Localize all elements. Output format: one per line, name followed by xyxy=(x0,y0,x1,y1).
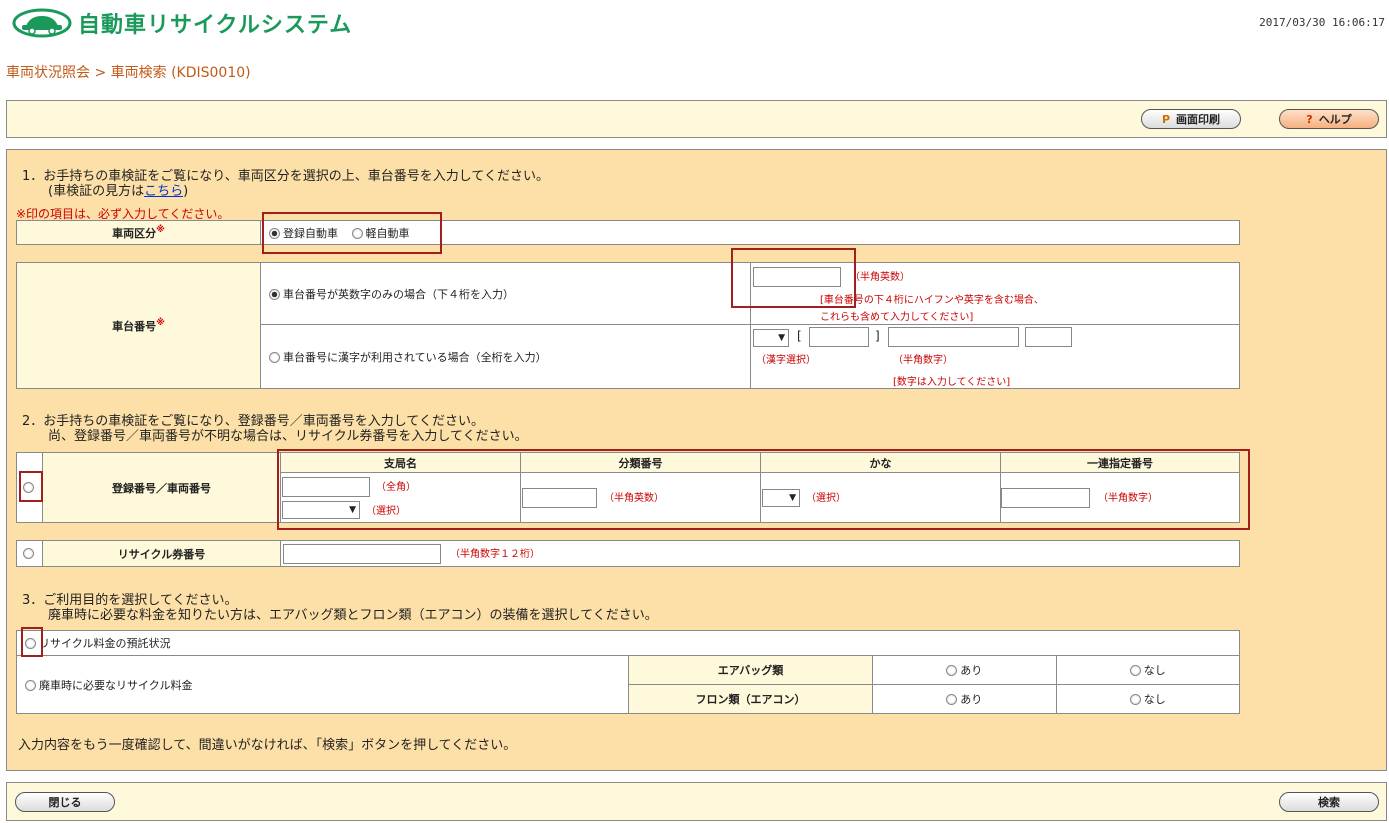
chassis-opt2-note: [数字は入力してください] xyxy=(893,377,1011,388)
airbag-no-cell: なし xyxy=(1055,655,1240,685)
purpose1-cell: リサイクル料金の預託状況 xyxy=(16,630,1240,656)
airbag-yes-label: あり xyxy=(960,664,983,677)
freon-label: フロン類（エアコン） xyxy=(628,684,873,714)
ticket-radio[interactable] xyxy=(22,548,34,559)
breadcrumb-current: 車両検索 (KDIS0010) xyxy=(110,65,251,81)
chassis-number-input-main[interactable] xyxy=(888,327,1019,347)
chassis-label: 車台番号 xyxy=(112,319,157,333)
section1-title-line2-suffix: ) xyxy=(183,184,189,199)
section1-title: 1．お手持ちの車検証をご覧になり、車両区分を選択の上、車台番号を入力してください… xyxy=(22,169,549,199)
app-logo: 自動車リサイクルシステム xyxy=(12,6,352,40)
highlight-chassis-input xyxy=(731,248,856,308)
reg-label: 登録番号／車両番号 xyxy=(42,452,281,523)
print-icon: P xyxy=(1161,112,1171,126)
chassis-opt1-radio[interactable] xyxy=(269,288,280,300)
freon-yes-label: あり xyxy=(960,693,983,706)
airbag-yes-cell: あり xyxy=(872,655,1057,685)
required-mark: ※ xyxy=(156,224,165,235)
airbag-yes-radio[interactable] xyxy=(946,665,958,676)
chassis-table: 車台番号※ 車台番号が英数字のみの場合（下４桁を入力） 車台番号に漢字が利用され… xyxy=(16,262,1240,389)
help-label: ヘルプ xyxy=(1318,113,1352,126)
help-icon: ? xyxy=(1306,112,1313,126)
required-mark: ※ xyxy=(156,317,165,328)
section1-title-line1: 1．お手持ちの車検証をご覧になり、車両区分を選択の上、車台番号を入力してください… xyxy=(22,169,549,184)
ticket-radio-cell xyxy=(16,540,43,567)
search-label: 検索 xyxy=(1318,796,1340,809)
chassis-opt2-hint-kanji: （漢字選択） xyxy=(756,355,816,366)
section3-title-line2: 廃車時に必要な料金を知りたい方は、エアバッグ類とフロン類（エアコン）の装備を選択… xyxy=(48,608,658,623)
close-label: 閉じる xyxy=(48,796,82,809)
freon-no-label: なし xyxy=(1143,693,1166,706)
vehicle-class-label: 車両区分 xyxy=(112,226,157,240)
freon-yes-cell: あり xyxy=(872,684,1057,714)
highlight-purpose1-radio xyxy=(21,627,43,657)
freon-no-cell: なし xyxy=(1055,684,1240,714)
airbag-label: エアバッグ類 xyxy=(628,655,873,685)
chassis-number-input-extra[interactable] xyxy=(1025,327,1072,347)
highlight-reg-radio xyxy=(19,471,43,502)
footer-panel: 閉じる 検索 xyxy=(6,782,1387,821)
chassis-opt2-label: 車台番号に漢字が利用されている場合（全桁を入力） xyxy=(283,350,547,364)
purpose2-cell: 廃車時に必要なリサイクル料金 xyxy=(16,655,629,714)
chassis-kanji-select[interactable]: ▼ xyxy=(753,329,789,347)
chassis-bracket-close: ] xyxy=(875,329,880,343)
section3-title-line1: 3．ご利用目的を選択してください。 xyxy=(22,593,238,608)
chassis-opt1-hint: （半角英数） xyxy=(850,272,910,283)
vehicle-class-table: 車両区分※ 登録自動車 軽自動車 xyxy=(16,220,1240,245)
purpose-table: リサイクル料金の預託状況 廃車時に必要なリサイクル料金 エアバッグ類 あり なし… xyxy=(16,630,1240,714)
freon-yes-radio[interactable] xyxy=(946,694,958,705)
search-button[interactable]: 検索 xyxy=(1279,792,1379,812)
close-button[interactable]: 閉じる xyxy=(15,792,115,812)
breadcrumb-separator: > xyxy=(94,65,107,81)
section1-title-line2: (車検証の見方はこちら) xyxy=(22,184,549,199)
ticket-table: リサイクル券番号 xyxy=(16,540,1240,567)
airbag-no-label: なし xyxy=(1143,664,1166,677)
chassis-bracket-open: [ xyxy=(797,329,802,343)
print-label: 画面印刷 xyxy=(1176,113,1221,126)
section1-title-line2-prefix: (車検証の見方は xyxy=(48,184,145,199)
purpose1-label: リサイクル料金の預託状況 xyxy=(39,637,171,650)
ticket-hint: （半角数字１２桁） xyxy=(450,549,540,560)
print-button[interactable]: P 画面印刷 xyxy=(1141,109,1241,129)
chassis-opt2-radio[interactable] xyxy=(269,351,280,363)
breadcrumb-parent: 車両状況照会 xyxy=(6,65,90,81)
timestamp: 2017/03/30 16:06:17 xyxy=(1259,16,1385,29)
section2-title-line2: 尚、登録番号／車両番号が不明な場合は、リサイクル券番号を入力してください。 xyxy=(48,429,528,444)
purpose2-label: 廃車時に必要なリサイクル料金 xyxy=(39,678,193,692)
chassis-opt2-cell: 車台番号に漢字が利用されている場合（全桁を入力） xyxy=(260,324,751,389)
chassis-opt1-cell: 車台番号が英数字のみの場合（下４桁を入力） xyxy=(260,262,751,325)
help-button[interactable]: ? ヘルプ xyxy=(1279,109,1379,129)
vehicle-class-label-cell: 車両区分※ xyxy=(16,220,261,245)
chassis-opt2-hint-num: （半角数字） xyxy=(893,355,953,366)
breadcrumb: 車両状況照会 > 車両検索 (KDIS0010) xyxy=(6,62,251,82)
freon-no-radio[interactable] xyxy=(1129,694,1141,705)
chassis-kanji-part-input[interactable] xyxy=(809,327,869,347)
highlight-vehicle-class xyxy=(262,212,442,254)
chassis-label-cell: 車台番号※ xyxy=(16,262,261,389)
section2-title-line1: 2．お手持ちの車検証をご覧になり、登録番号／車両番号を入力してください。 xyxy=(22,414,484,429)
chassis-opt1-label: 車台番号が英数字のみの場合（下４桁を入力） xyxy=(283,287,514,301)
confirm-text: 入力内容をもう一度確認して、間違いがなければ、「検索」ボタンを押してください。 xyxy=(18,738,517,753)
section2-title: 2．お手持ちの車検証をご覧になり、登録番号／車両番号を入力してください。 尚、登… xyxy=(22,414,528,444)
ticket-input[interactable] xyxy=(283,544,441,564)
highlight-reg-inputs xyxy=(277,449,1250,530)
recycle-car-icon xyxy=(12,8,72,38)
vehicle-cert-help-link[interactable]: こちら xyxy=(144,184,183,199)
ticket-label: リサイクル券番号 xyxy=(42,540,281,567)
chassis-opt1-note2: これらも含めて入力してください] xyxy=(820,312,974,323)
logo-text: 自動車リサイクルシステム xyxy=(78,13,353,38)
purpose2-radio[interactable] xyxy=(25,679,36,691)
airbag-no-radio[interactable] xyxy=(1129,665,1141,676)
toolbar-panel: P 画面印刷 ? ヘルプ xyxy=(6,100,1387,138)
section3-title: 3．ご利用目的を選択してください。 廃車時に必要な料金を知りたい方は、エアバッグ… xyxy=(22,593,658,623)
